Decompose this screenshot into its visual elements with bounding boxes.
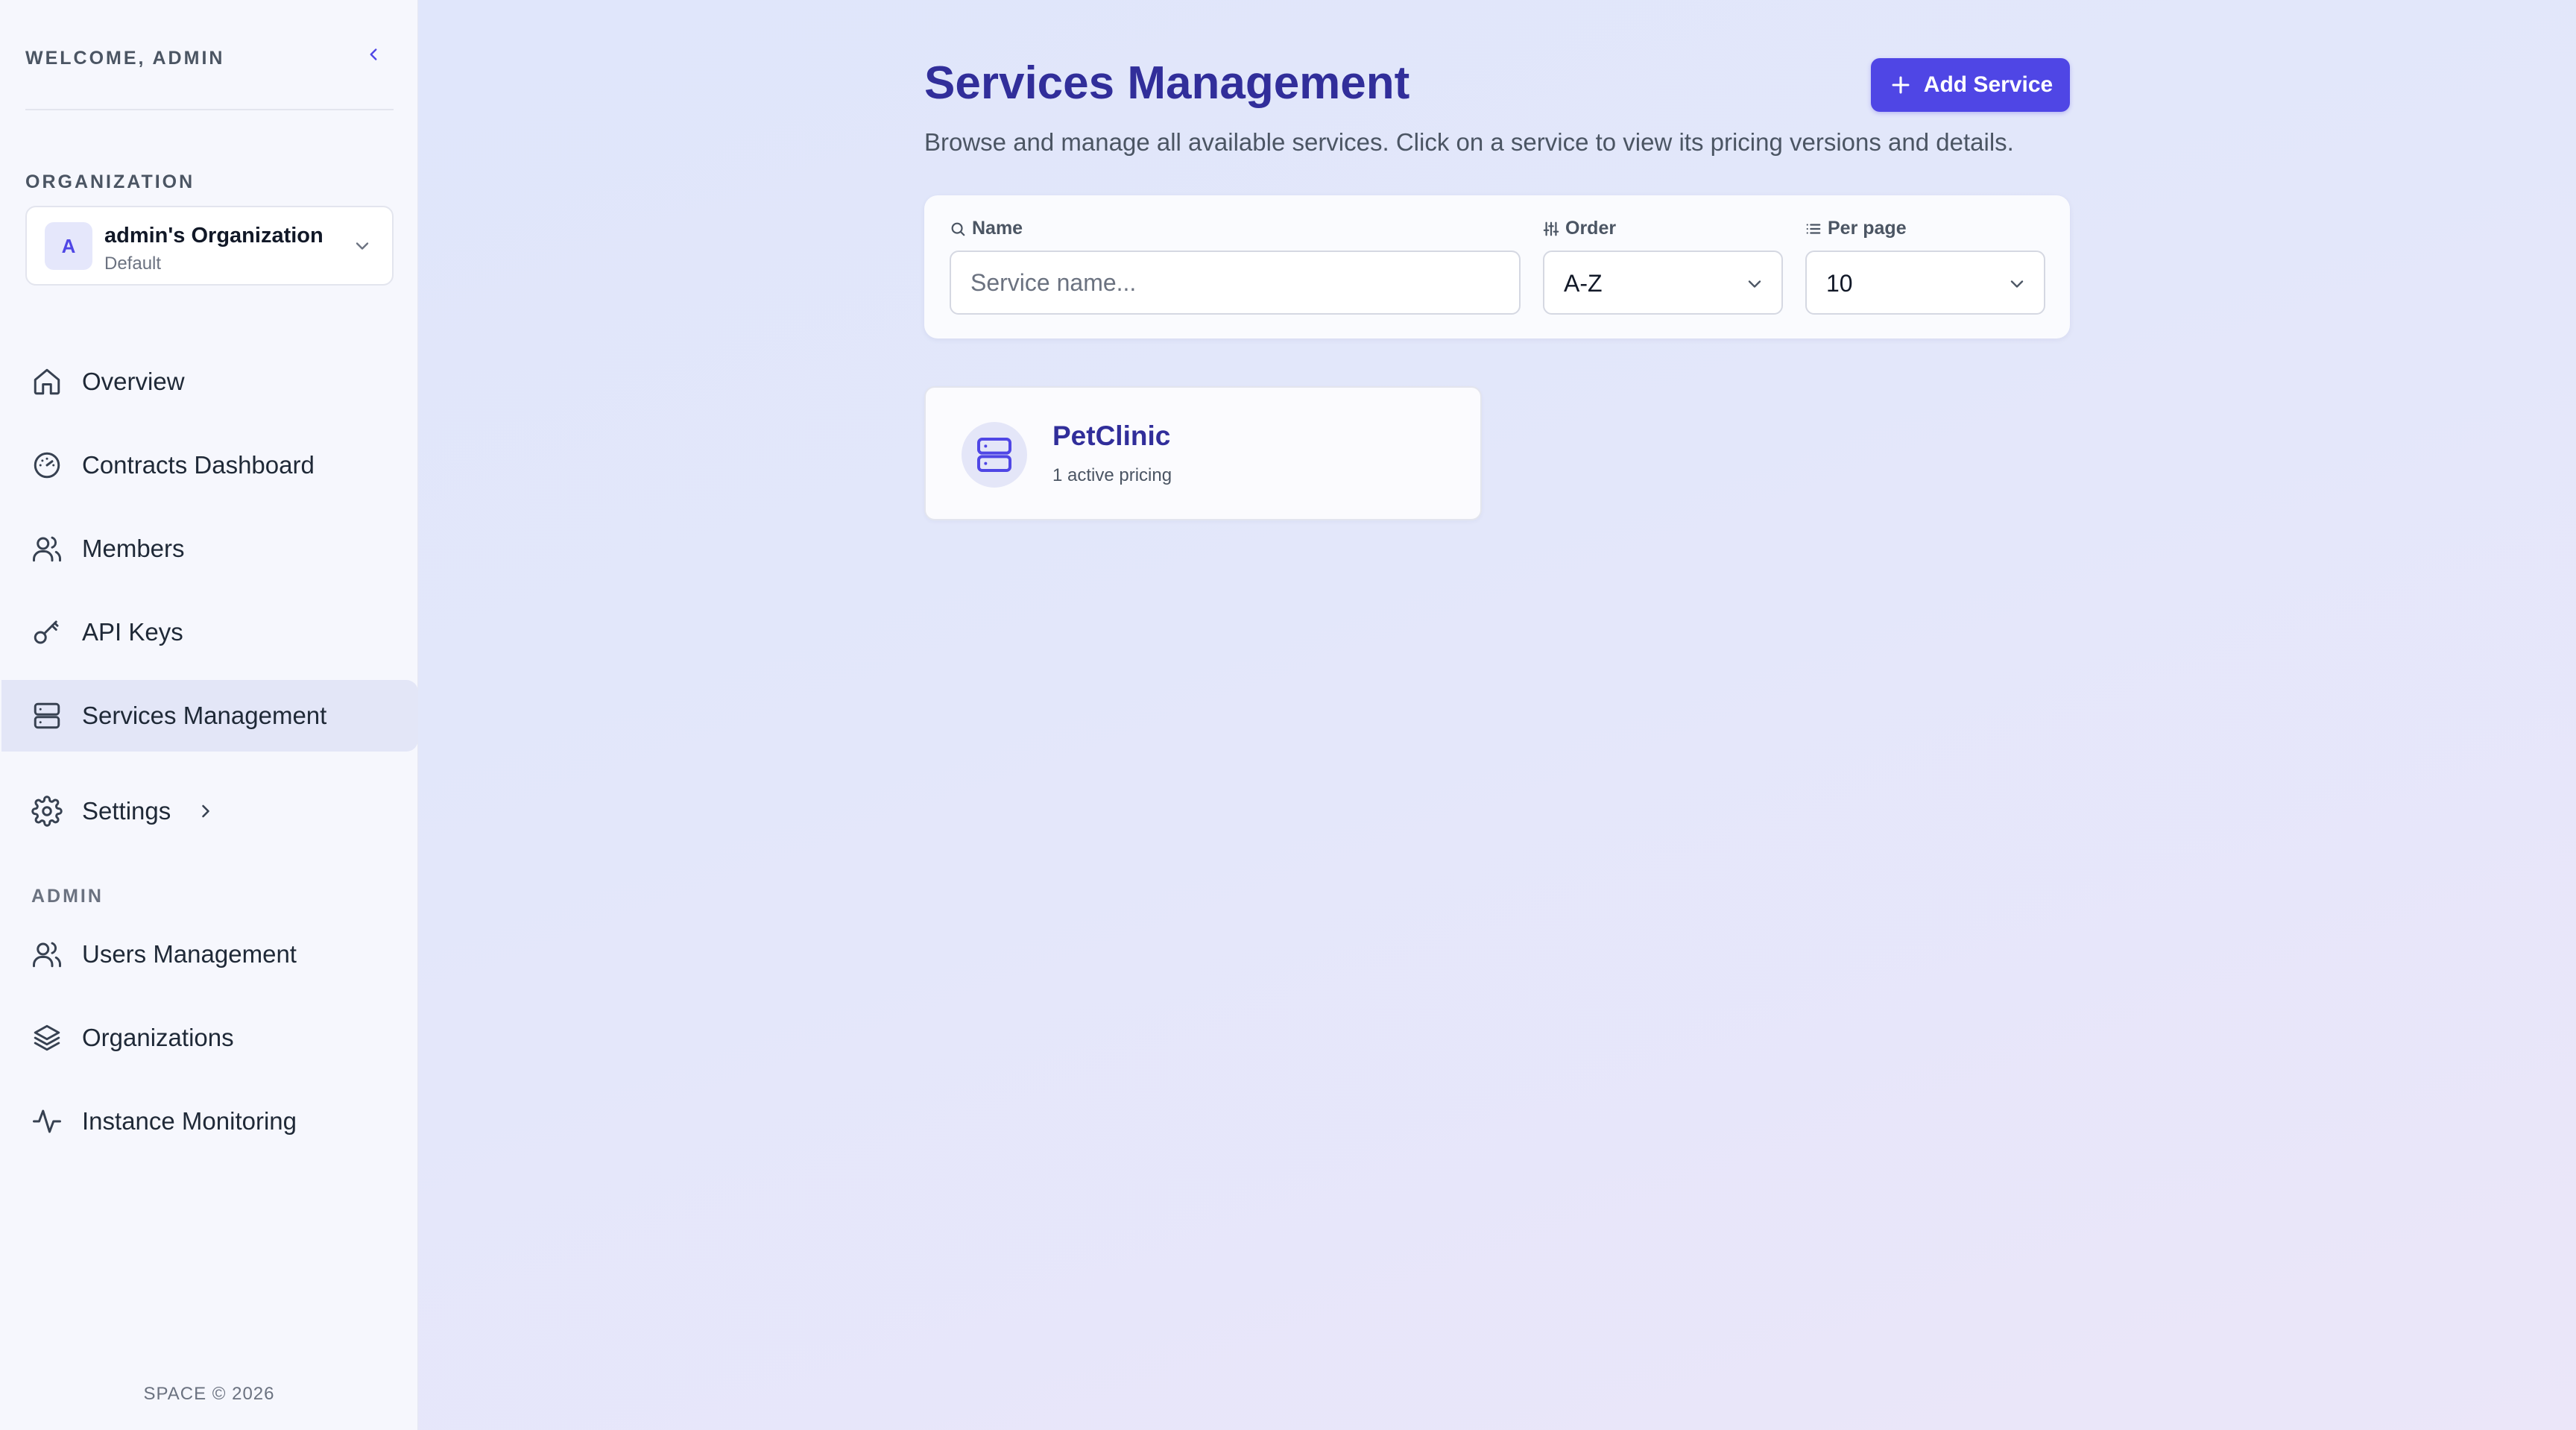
- users-icon: [30, 532, 64, 566]
- footer-copyright: SPACE © 2026: [143, 1384, 275, 1404]
- sliders-icon: [1543, 221, 1559, 236]
- plus-icon: [1892, 76, 1910, 94]
- server-icon: [30, 699, 64, 733]
- organization-selector[interactable]: A admin's Organization Default: [25, 206, 394, 286]
- activity-icon: [30, 1104, 64, 1138]
- sidebar-item-users-management[interactable]: Users Management: [1, 919, 418, 990]
- admin-section-label: ADMIN: [31, 886, 104, 907]
- order-select[interactable]: A-Z: [1543, 251, 1783, 315]
- filter-panel: Name Order A-Z Per page 10: [924, 195, 2070, 338]
- sidebar-item-label: Users Management: [82, 940, 297, 968]
- key-icon: [30, 615, 64, 649]
- chevron-down-icon: [356, 242, 369, 250]
- sidebar: WELCOME, ADMIN ORGANIZATION A admin's Or…: [0, 0, 418, 1430]
- server-icon: [962, 422, 1027, 488]
- collapse-sidebar-button[interactable]: [361, 42, 386, 67]
- service-pricing-count: 1 active pricing: [1052, 465, 1172, 485]
- service-name: PetClinic: [1052, 421, 1171, 451]
- sidebar-item-services-management[interactable]: Services Management: [1, 680, 418, 752]
- name-filter-label: Name: [950, 218, 1023, 239]
- chevron-down-icon: [1748, 280, 1761, 288]
- organization-avatar: A: [45, 222, 92, 270]
- chevron-left-icon: [370, 48, 377, 60]
- sidebar-item-label: Instance Monitoring: [82, 1107, 297, 1135]
- add-service-label: Add Service: [1923, 72, 2053, 97]
- sidebar-item-label: Overview: [82, 368, 185, 395]
- sidebar-item-settings[interactable]: Settings: [1, 775, 418, 847]
- per-page-select-value: 10: [1826, 270, 1853, 297]
- per-page-select[interactable]: 10: [1805, 251, 2045, 315]
- chevron-down-icon: [2010, 280, 2024, 288]
- sidebar-item-label: Settings: [82, 797, 171, 825]
- sidebar-item-label: Members: [82, 535, 185, 562]
- gauge-icon: [30, 448, 64, 482]
- sidebar-item-api-keys[interactable]: API Keys: [1, 596, 418, 668]
- search-input[interactable]: [951, 252, 1519, 313]
- sidebar-item-overview[interactable]: Overview: [1, 346, 418, 418]
- search-input-wrapper[interactable]: [950, 251, 1521, 315]
- order-filter-label: Order: [1543, 218, 1616, 239]
- per-page-filter-label: Per page: [1805, 218, 1907, 239]
- sidebar-divider: [25, 109, 394, 110]
- sidebar-item-label: Organizations: [82, 1024, 234, 1051]
- organization-label: ORGANIZATION: [25, 171, 195, 192]
- sidebar-item-organizations[interactable]: Organizations: [1, 1002, 418, 1074]
- service-card-petclinic[interactable]: PetClinic 1 active pricing: [924, 386, 1482, 520]
- organization-name: admin's Organization: [104, 224, 323, 248]
- sidebar-item-instance-monitoring[interactable]: Instance Monitoring: [1, 1086, 418, 1157]
- sidebar-item-contracts-dashboard[interactable]: Contracts Dashboard: [1, 429, 418, 501]
- users-icon: [30, 937, 64, 971]
- gear-icon: [30, 794, 64, 828]
- sidebar-item-label: Services Management: [82, 702, 327, 729]
- chevron-right-icon: [202, 804, 209, 818]
- layers-icon: [30, 1021, 64, 1055]
- search-icon: [951, 222, 965, 236]
- welcome-text: WELCOME, ADMIN: [25, 48, 225, 69]
- sidebar-item-members[interactable]: Members: [1, 513, 418, 585]
- order-select-value: A-Z: [1564, 270, 1603, 297]
- home-icon: [30, 365, 64, 399]
- page-title: Services Management: [924, 57, 1410, 109]
- sidebar-item-label: Contracts Dashboard: [82, 451, 315, 479]
- sidebar-item-label: API Keys: [82, 618, 183, 646]
- page-subtitle: Browse and manage all available services…: [924, 128, 2014, 156]
- add-service-button[interactable]: Add Service: [1871, 58, 2070, 112]
- list-icon: [1806, 223, 1821, 234]
- organization-subtitle: Default: [104, 253, 162, 274]
